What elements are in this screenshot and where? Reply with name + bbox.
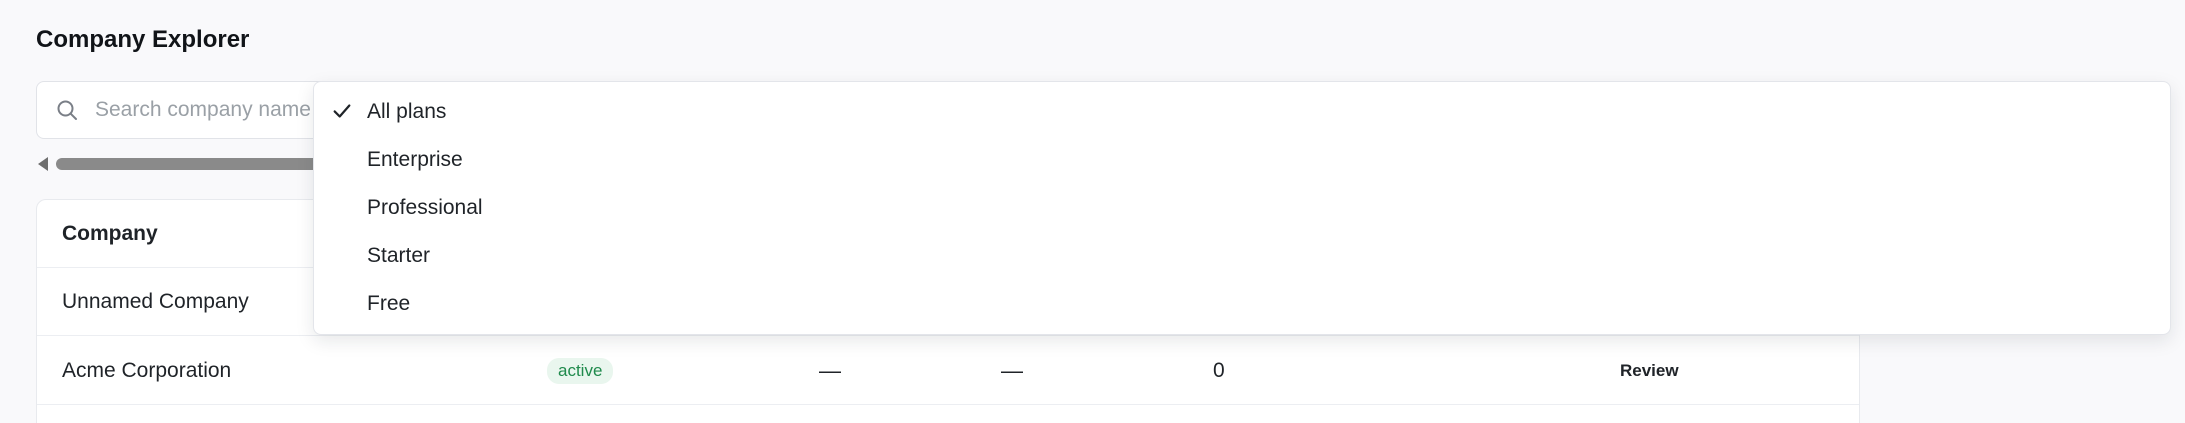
page-title: Company Explorer: [36, 26, 250, 53]
search-input[interactable]: [95, 98, 345, 122]
plan-option-label: Enterprise: [367, 148, 463, 171]
empty-value-cell: —: [819, 357, 841, 383]
search-field[interactable]: [36, 81, 356, 139]
scrollbar-thumb[interactable]: [56, 158, 336, 170]
scroll-left-arrow-icon[interactable]: [38, 157, 48, 171]
status-badge: active: [547, 357, 614, 384]
plan-option-label: Professional: [367, 196, 483, 219]
search-icon: [57, 100, 77, 120]
plan-option-all-plans[interactable]: All plans: [314, 90, 2170, 134]
check-icon: [333, 104, 351, 118]
plan-option-label: Free: [367, 292, 411, 315]
plan-option-professional[interactable]: Professional: [314, 186, 2170, 230]
company-name-cell: Unnamed Company: [62, 289, 249, 313]
plan-option-enterprise[interactable]: Enterprise: [314, 138, 2170, 182]
horizontal-scrollbar[interactable]: [38, 154, 338, 174]
table-row[interactable]: Acme Corporation active — — 0 Review: [37, 337, 1859, 405]
company-explorer-page: Company Explorer Company Unnamed Company…: [0, 0, 2185, 423]
company-name-cell: Acme Corporation: [62, 358, 232, 382]
column-header-company[interactable]: Company: [62, 222, 158, 246]
plan-option-starter[interactable]: Starter: [314, 234, 2170, 278]
status-cell: active: [547, 357, 614, 384]
plan-filter-dropdown[interactable]: All plans Enterprise Professional Starte…: [313, 81, 2171, 335]
plan-option-free[interactable]: Free: [314, 282, 2170, 326]
plan-option-label: Starter: [367, 244, 431, 267]
count-cell: 0: [1213, 358, 1225, 382]
empty-value-cell: —: [1001, 357, 1023, 383]
review-button[interactable]: Review: [1620, 361, 1679, 381]
plan-option-label: All plans: [367, 100, 447, 123]
